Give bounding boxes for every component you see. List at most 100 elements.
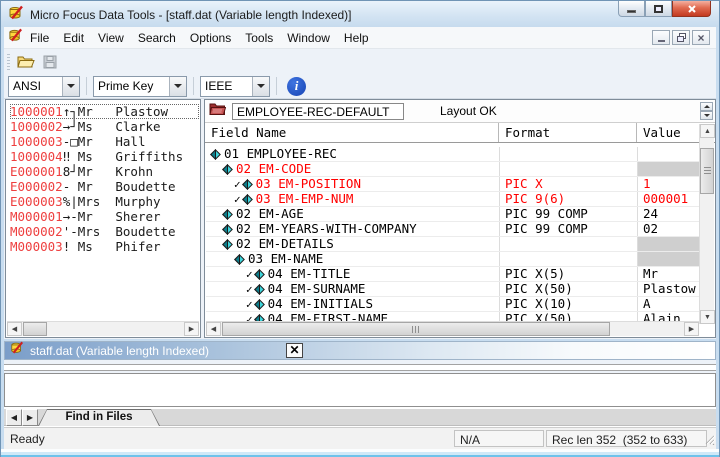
- field-name-text: 04 EM-SURNAME: [268, 282, 366, 296]
- scroll-up-button[interactable]: ▲: [700, 124, 715, 138]
- field-row[interactable]: ✓04 EM-INITIALSPIC X(10)A: [206, 297, 699, 312]
- resize-grip[interactable]: [702, 432, 715, 448]
- menu-item-options[interactable]: Options: [183, 28, 238, 48]
- scroll-left-button[interactable]: ◀: [7, 322, 22, 336]
- toolbar-separator: [86, 77, 87, 95]
- title-bar: Micro Focus Data Tools - [staff.dat (Var…: [1, 1, 719, 27]
- scroll-right-button[interactable]: ▶: [184, 322, 199, 336]
- scroll-down-button[interactable]: ▼: [700, 310, 715, 324]
- tab-find-in-files[interactable]: Find in Files: [38, 409, 160, 426]
- record-raw-bytes: -□: [63, 134, 78, 149]
- menu-item-edit[interactable]: Edit: [56, 28, 91, 48]
- vscroll-thumb[interactable]: [700, 148, 714, 194]
- field-row[interactable]: ✓04 EM-SURNAMEPIC X(50)Plastow: [206, 282, 699, 297]
- record-row[interactable]: E0000018┘Mr Krohn: [10, 164, 199, 179]
- toolbar-separator: [276, 77, 277, 95]
- grid-hscrollbar[interactable]: ◀ ▶: [206, 321, 699, 336]
- field-value-cell: 02: [638, 222, 699, 236]
- mdi-close-button[interactable]: ×: [692, 30, 710, 45]
- character-set-dropdown-button[interactable]: [62, 77, 79, 96]
- record-row[interactable]: M000001→-Mr Sherer: [10, 209, 199, 224]
- open-file-button[interactable]: [14, 51, 38, 73]
- field-row[interactable]: 01 EMPLOYEE-REC: [206, 147, 699, 162]
- menu-item-search[interactable]: Search: [131, 28, 183, 48]
- key-select-dropdown-button[interactable]: [169, 77, 186, 96]
- maximize-button[interactable]: [645, 1, 672, 17]
- record-row[interactable]: E000002- Mr Boudette: [10, 179, 199, 194]
- menu-item-help[interactable]: Help: [337, 28, 376, 48]
- tab-scroll-right-button[interactable]: ▶: [22, 409, 38, 426]
- field-format-cell: [500, 237, 638, 251]
- diamond-icon: [234, 254, 245, 265]
- toolbar-grip[interactable]: [7, 54, 10, 70]
- minimize-icon: [627, 10, 636, 13]
- horizontal-splitter[interactable]: [4, 360, 716, 373]
- document-tab-close-button[interactable]: ✕: [286, 343, 303, 358]
- field-value-cell: Plastow: [638, 282, 699, 296]
- character-set-combo[interactable]: ANSI: [8, 76, 80, 97]
- menu-item-view[interactable]: View: [91, 28, 131, 48]
- open-folder-icon: [17, 54, 35, 69]
- close-button[interactable]: [672, 1, 711, 17]
- record-list[interactable]: 1000001↑┐Mr Plastow1000002→┘Ms Clarke100…: [7, 101, 199, 321]
- spinner-down-button[interactable]: [700, 111, 713, 120]
- record-row[interactable]: 1000004‼ Ms Griffiths: [10, 149, 199, 164]
- scroll-right-button[interactable]: ▶: [684, 322, 699, 336]
- field-name-cell: 02 EM-YEARS-WITH-COMPANY: [206, 222, 500, 236]
- field-row[interactable]: 03 EM-NAME: [206, 252, 699, 267]
- column-header-field-name[interactable]: Field Name: [205, 123, 499, 142]
- record-row[interactable]: M000003! Ms Phifer: [10, 239, 199, 254]
- thumb-grip-icon: [704, 167, 711, 176]
- float-format-combo[interactable]: IEEE: [200, 76, 270, 97]
- record-key: 1000004: [10, 149, 63, 164]
- column-header-format[interactable]: Format: [499, 123, 637, 142]
- field-name-text: 04 EM-INITIALS: [268, 297, 373, 311]
- tab-scroll-left-button[interactable]: ◀: [6, 409, 22, 426]
- field-row[interactable]: 02 EM-DETAILS: [206, 237, 699, 252]
- scroll-left-button[interactable]: ◀: [206, 322, 221, 336]
- float-format-dropdown-button[interactable]: [252, 77, 269, 96]
- menu-item-file[interactable]: File: [23, 28, 56, 48]
- record-row[interactable]: 1000003-□Mr Hall: [10, 134, 199, 149]
- record-row[interactable]: 1000001↑┐Mr Plastow: [10, 104, 199, 119]
- record-text: Mr Krohn: [78, 164, 153, 179]
- record-list-hscrollbar[interactable]: ◀ ▶: [7, 321, 199, 336]
- options-toolbar: ANSI Prime Key IEEE i: [4, 74, 716, 99]
- key-select-combo[interactable]: Prime Key: [93, 76, 187, 97]
- record-row[interactable]: 1000002→┘Ms Clarke: [10, 119, 199, 134]
- layout-panel: EMPLOYEE-REC-DEFAULT Layout OK Field Nam…: [204, 99, 716, 338]
- field-row[interactable]: 02 EM-AGEPIC 99 COMP24: [206, 207, 699, 222]
- field-row[interactable]: 02 EM-YEARS-WITH-COMPANYPIC 99 COMP02: [206, 222, 699, 237]
- record-row[interactable]: M000002'-Mrs Boudette: [10, 224, 199, 239]
- info-button[interactable]: i: [287, 77, 306, 96]
- mdi-restore-button[interactable]: [672, 30, 690, 45]
- diamond-icon: [222, 239, 233, 250]
- field-name-text: 02 EM-AGE: [236, 207, 304, 221]
- field-row[interactable]: 02 EM-CODE: [206, 162, 699, 177]
- field-value-cell: [638, 252, 699, 266]
- record-row[interactable]: E000003%|Mrs Murphy: [10, 194, 199, 209]
- output-panel[interactable]: [4, 373, 716, 407]
- hscroll-thumb[interactable]: [23, 322, 47, 336]
- spinner-up-button[interactable]: [700, 102, 713, 111]
- field-grid-body[interactable]: 01 EMPLOYEE-REC02 EM-CODE✓03 EM-POSITION…: [206, 144, 699, 324]
- menu-item-tools[interactable]: Tools: [238, 28, 280, 48]
- document-app-icon: [8, 28, 23, 48]
- field-row[interactable]: ✓03 EM-EMP-NUMPIC 9(6)000001: [206, 192, 699, 207]
- file-toolbar: [4, 49, 716, 74]
- mdi-minimize-button[interactable]: [652, 30, 670, 45]
- menu-item-window[interactable]: Window: [280, 28, 337, 48]
- record-raw-bytes: '-: [63, 224, 78, 239]
- field-value-cell: [638, 147, 699, 161]
- minimize-button[interactable]: [618, 1, 645, 17]
- field-row[interactable]: ✓03 EM-POSITIONPIC X1: [206, 177, 699, 192]
- field-row[interactable]: ✓04 EM-TITLEPIC X(5)Mr: [206, 267, 699, 282]
- field-format-cell: PIC 9(6): [500, 192, 638, 206]
- grid-vscrollbar[interactable]: ▲ ▼: [699, 124, 714, 324]
- field-value-cell: [638, 162, 699, 176]
- save-file-button[interactable]: [38, 51, 62, 73]
- document-tab-bar[interactable]: staff.dat (Variable length Indexed) ✕: [4, 341, 716, 360]
- field-name-text: 03 EM-NAME: [248, 252, 323, 266]
- hscroll-thumb[interactable]: [222, 322, 610, 336]
- record-name-box[interactable]: EMPLOYEE-REC-DEFAULT: [232, 103, 404, 120]
